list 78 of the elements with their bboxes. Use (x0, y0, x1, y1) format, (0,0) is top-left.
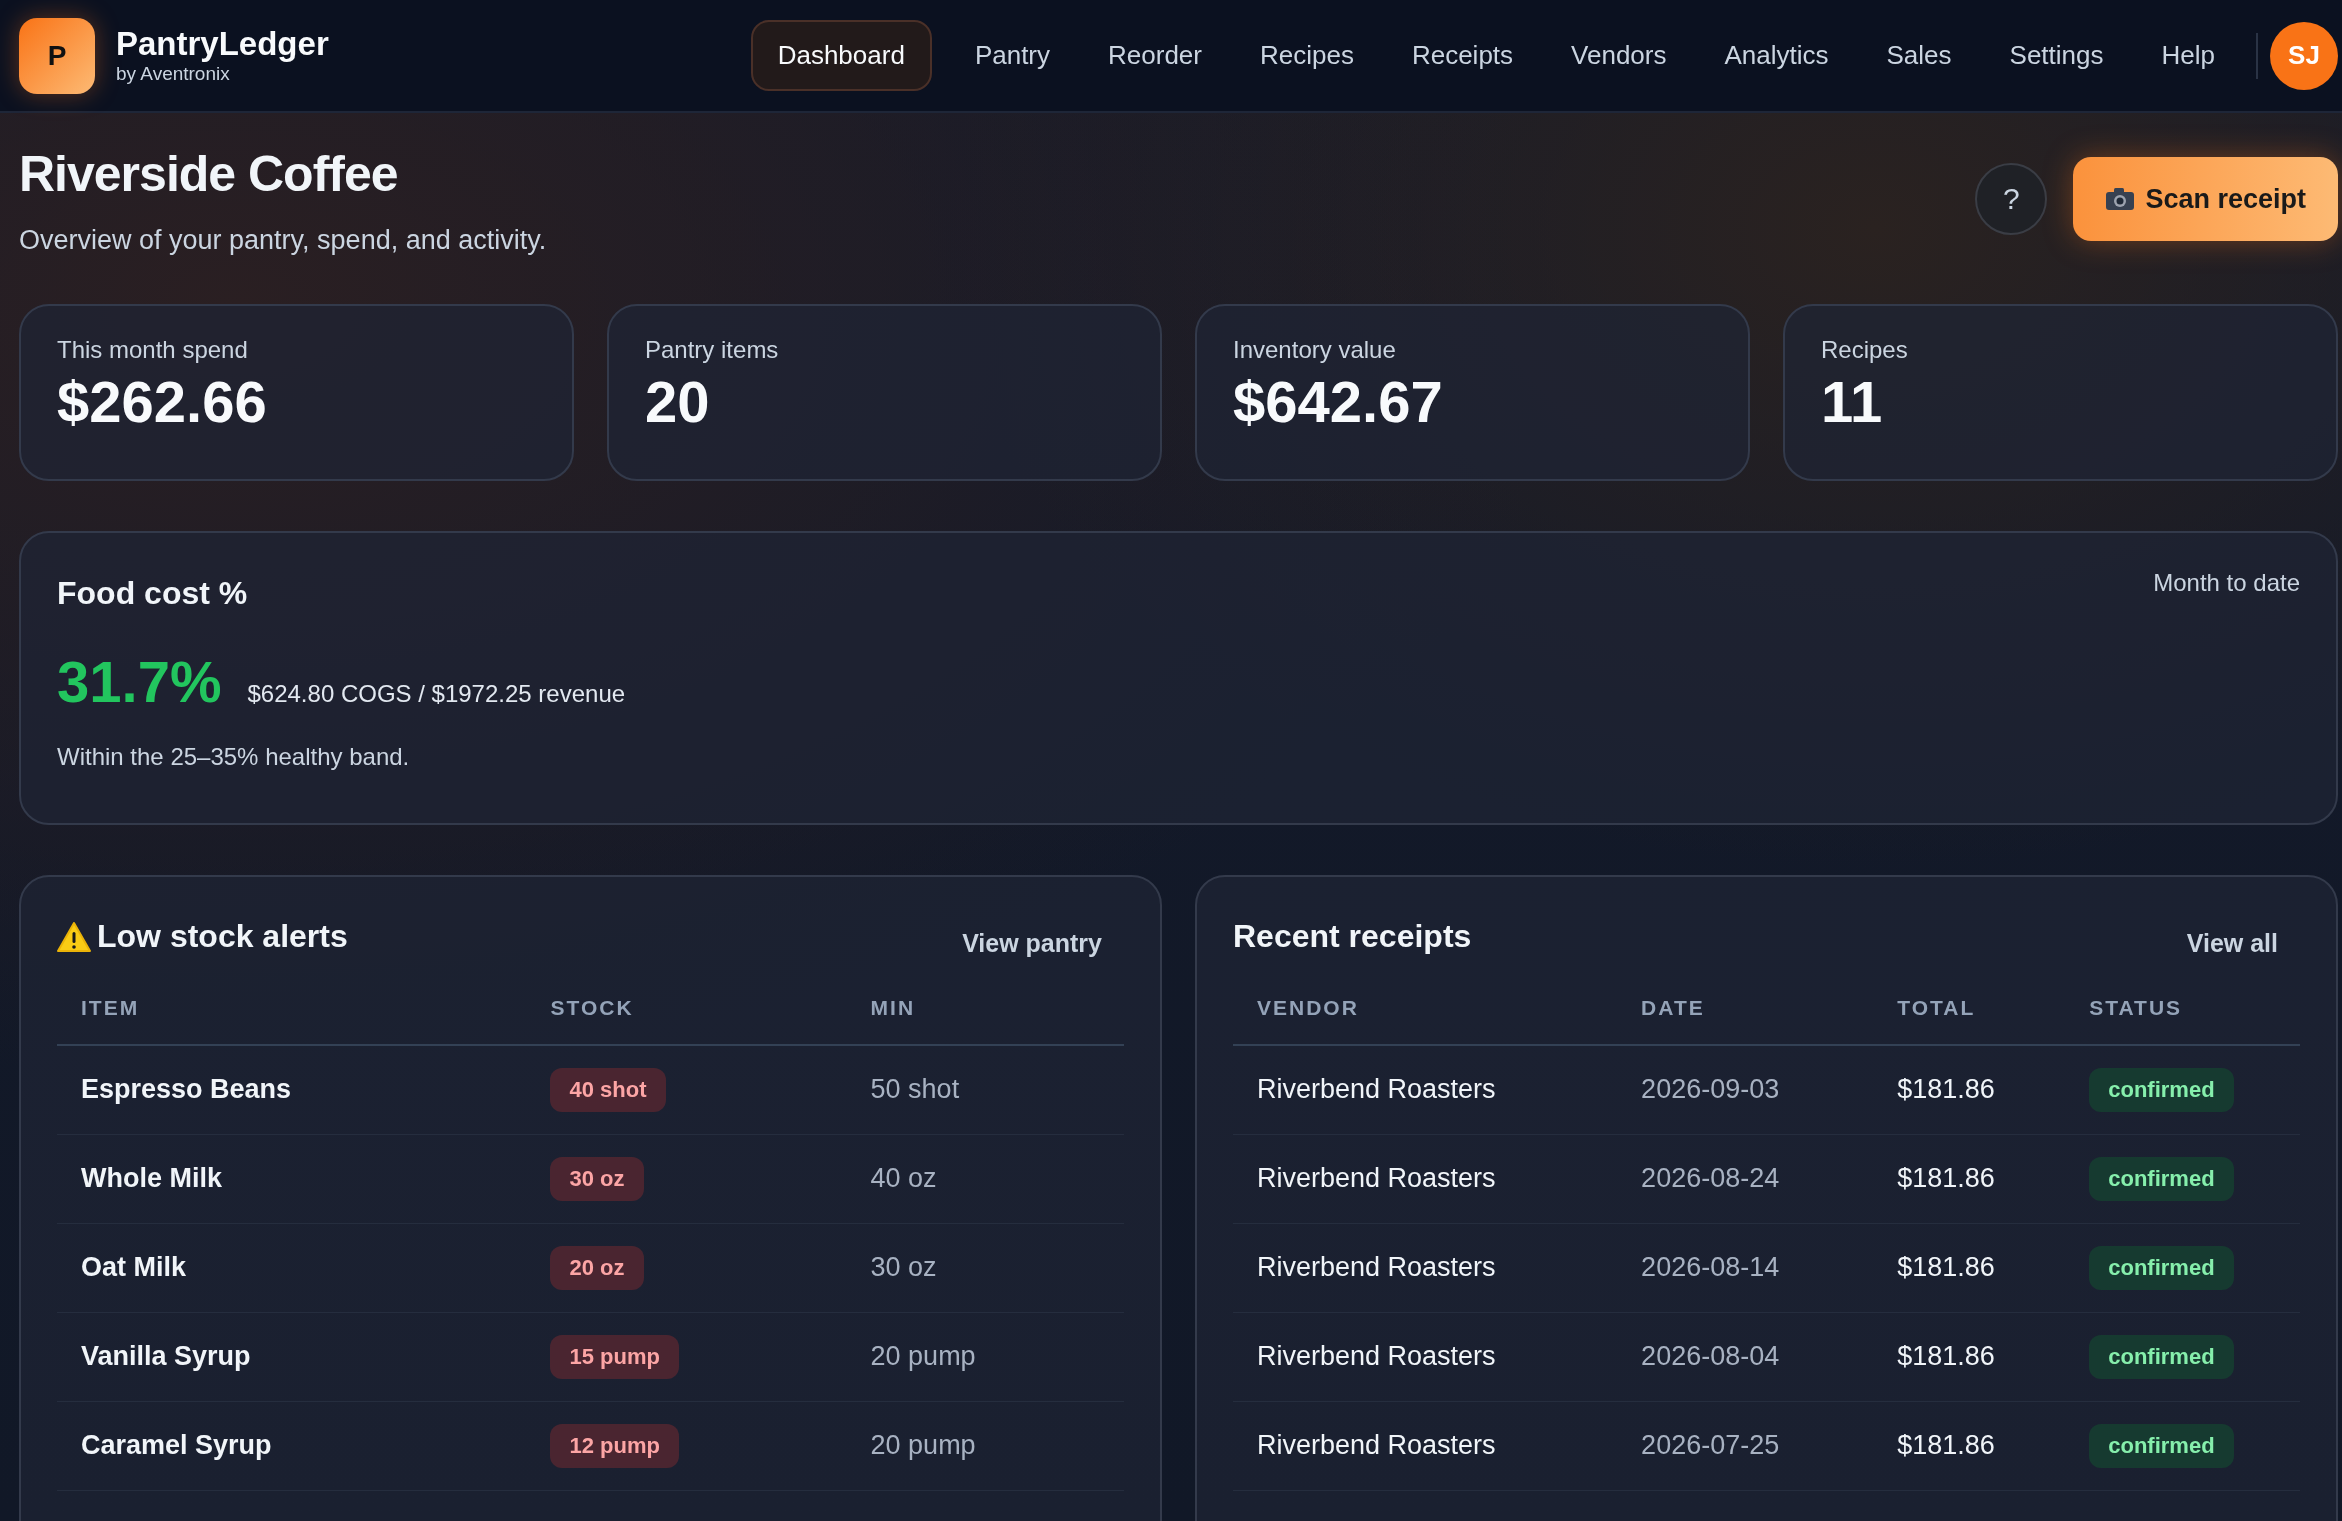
nav-tab[interactable]: Reorder (1081, 20, 1229, 91)
date-cell: 2026-09-03 (1617, 1045, 1874, 1134)
stat-label: This month spend (57, 336, 249, 364)
stock-badge: 20 oz (550, 1245, 644, 1290)
column-header: DATE (1617, 996, 1874, 1045)
stock-badge: 40 shot (550, 1067, 666, 1112)
vendor-cell: Riverbend Roasters (1233, 1401, 1618, 1490)
date-cell: 2026-07-25 (1617, 1401, 1874, 1490)
item-cell: Oat Milk (57, 1223, 527, 1312)
vendor-cell: Riverbend Roasters (1233, 1045, 1618, 1134)
min-cell: 50 shot (846, 1045, 1124, 1134)
total-cell: $181.86 (1873, 1045, 2066, 1134)
nav-tab[interactable]: Recipes (1232, 20, 1381, 91)
column-header: TOTAL (1873, 996, 2066, 1045)
nav-tab[interactable]: Sales (1859, 20, 1979, 91)
stat-value: $262.66 (57, 368, 268, 435)
item-cell: Whole Milk (57, 1134, 527, 1223)
item-cell: Vanilla Syrup (57, 1312, 527, 1401)
period-label: Month to date (2153, 569, 2300, 597)
date-cell: 2026-08-04 (1617, 1312, 1874, 1401)
stat-label: Pantry items (645, 336, 780, 364)
page-subtitle: Overview of your pantry, spend, and activity. (19, 225, 547, 256)
status-badge: confirmed (2089, 1334, 2234, 1379)
page-title: Riverside Coffee (19, 145, 399, 203)
app-byline: by Aventronix (116, 62, 231, 85)
status-badge: confirmed (2089, 1423, 2234, 1468)
total-cell: $181.86 (1873, 1134, 2066, 1223)
view-pantry-link[interactable]: View pantry (962, 929, 1102, 958)
status-badge: confirmed (2089, 1245, 2234, 1290)
nav-tab[interactable]: Receipts (1384, 20, 1541, 91)
min-cell: 20 pump (846, 1401, 1124, 1490)
view-all-link[interactable]: View all (2186, 929, 2278, 958)
stat-value: 11 (1821, 368, 1884, 435)
column-header: VENDOR (1233, 996, 1618, 1045)
nav-tab[interactable]: Dashboard (750, 20, 932, 91)
panel-title: Recent receipts (1233, 918, 1472, 955)
vendor-cell: Riverbend Roasters (1233, 1312, 1618, 1401)
app-logo[interactable]: P (19, 17, 95, 94)
min-cell: 30 oz (846, 1223, 1124, 1312)
cogs-detail: $624.80 COGS / $1972.25 revenue (247, 680, 626, 708)
status-badge: confirmed (2089, 1067, 2234, 1112)
total-cell: $181.86 (1873, 1401, 2066, 1490)
warning-icon (57, 921, 91, 952)
total-cell: $181.86 (1873, 1223, 2066, 1312)
stat-value: $642.67 (1233, 368, 1444, 435)
column-header: ITEM (57, 996, 527, 1045)
date-cell: 2026-08-14 (1617, 1223, 1874, 1312)
nav-tab[interactable]: Help (2134, 20, 2242, 91)
scan-receipt-button[interactable]: Scan receipt (2073, 157, 2338, 241)
nav-tab[interactable]: Analytics (1697, 20, 1856, 91)
vendor-cell: Riverbend Roasters (1233, 1223, 1618, 1312)
date-cell: 2026-08-24 (1617, 1134, 1874, 1223)
total-cell: $181.86 (1873, 1312, 2066, 1401)
camera-icon (2105, 187, 2136, 211)
food-cost-percent: 31.7% (57, 648, 222, 715)
card-title: Food cost % (57, 575, 248, 612)
stock-badge: 12 pump (550, 1423, 679, 1468)
panel-title: Low stock alerts (97, 918, 348, 955)
item-cell: Espresso Beans (57, 1045, 527, 1134)
vendor-cell: Riverbend Roasters (1233, 1134, 1618, 1223)
nav-tab[interactable]: Settings (1982, 20, 2131, 91)
min-cell: 20 pump (846, 1312, 1124, 1401)
stat-label: Recipes (1821, 336, 1909, 364)
item-cell: Caramel Syrup (57, 1401, 527, 1490)
column-header: STOCK (526, 996, 847, 1045)
nav-tab[interactable]: Pantry (947, 20, 1078, 91)
column-header: MIN (846, 996, 1124, 1045)
stat-label: Inventory value (1233, 336, 1397, 364)
column-header: STATUS (2065, 996, 2300, 1045)
stock-badge: 15 pump (550, 1334, 679, 1379)
help-button[interactable]: ? (1975, 163, 2048, 235)
status-badge: confirmed (2089, 1156, 2234, 1201)
stock-badge: 30 oz (550, 1156, 644, 1201)
stat-value: 20 (645, 368, 711, 435)
nav-tab[interactable]: Vendors (1544, 20, 1694, 91)
app-name: PantryLedger (116, 26, 329, 63)
min-cell: 40 oz (846, 1134, 1124, 1223)
band-note: Within the 25–35% healthy band. (57, 743, 411, 771)
